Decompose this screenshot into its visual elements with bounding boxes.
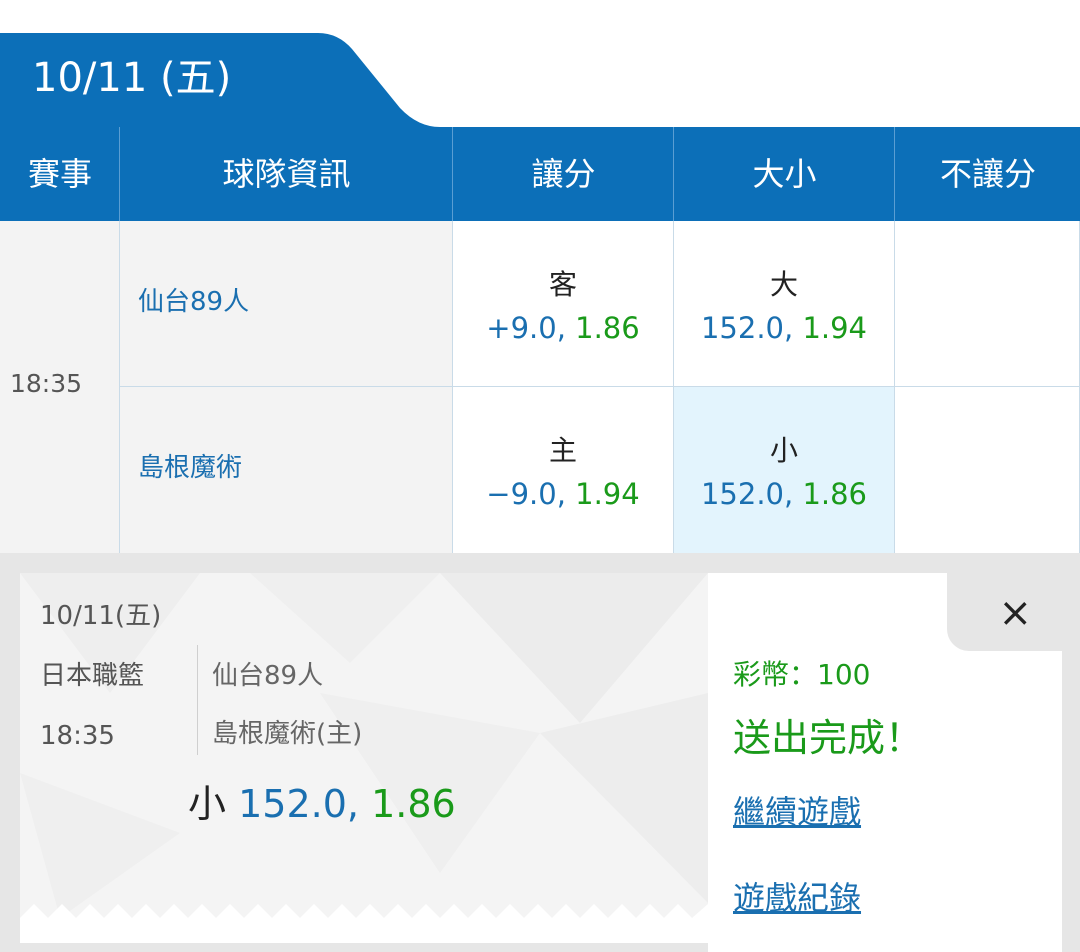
ticket-date: 10/11(五) (40, 601, 162, 631)
ticket-pick: 小 152.0, 1.86 (188, 773, 456, 828)
close-button[interactable]: × (947, 573, 1062, 651)
header-total: 大小 (673, 127, 895, 221)
ticket-divider (197, 645, 198, 755)
submission-result: × 彩幣：100 送出完成！ 繼續遊戲 遊戲紀錄 (708, 573, 1062, 952)
team-name-away: 仙台89人 (138, 287, 250, 317)
ticket-team-home: 島根魔術(主) (212, 719, 363, 749)
bet-slip-panel: 10/11(五) 日本職籃 18:35 仙台89人 島根魔術(主) 小 152.… (0, 553, 1080, 952)
pick-label: 小 (188, 782, 227, 826)
header-team-info: 球隊資訊 (119, 127, 453, 221)
spread-odds-home[interactable]: 主 −9.0, 1.94 (453, 387, 674, 553)
coin-amount: 彩幣：100 (733, 658, 871, 691)
table-header: 賽事 球隊資訊 讓分 大小 不讓分 (0, 127, 1080, 221)
ticket-time: 18:35 (40, 721, 115, 751)
total-side-label: 大 (769, 268, 798, 301)
header-spread: 讓分 (452, 127, 674, 221)
close-icon[interactable]: × (998, 593, 1032, 633)
team-row-home: 島根魔術 (120, 387, 453, 553)
team-name-home: 島根魔術 (138, 453, 243, 483)
ticket-league: 日本職籃 (40, 661, 145, 691)
total-side-label: 小 (769, 434, 798, 467)
header-event: 賽事 (27, 155, 92, 193)
ticket-team-away: 仙台89人 (212, 661, 324, 691)
team-row-away: 仙台89人 (120, 221, 453, 387)
game-history-link[interactable]: 遊戲紀錄 (733, 873, 861, 919)
moneyline-odds-away (895, 221, 1080, 387)
spread-value: +9.0, 1.86 (486, 311, 640, 345)
match-time-cell: 18:35 (0, 221, 120, 553)
moneyline-odds-home (895, 387, 1080, 553)
spread-odds-away[interactable]: 客 +9.0, 1.86 (453, 221, 674, 387)
continue-game-link[interactable]: 繼續遊戲 (733, 787, 861, 833)
total-value: 152.0, 1.86 (700, 477, 868, 511)
pick-line: 152.0, (238, 782, 359, 826)
pick-odds: 1.86 (371, 782, 456, 826)
total-value: 152.0, 1.94 (700, 311, 868, 345)
spread-side-label: 客 (548, 268, 577, 301)
spread-side-label: 主 (548, 434, 577, 467)
match-time: 18:35 (10, 369, 83, 398)
header-moneyline: 不讓分 (894, 127, 1080, 221)
total-odds-over[interactable]: 大 152.0, 1.94 (674, 221, 895, 387)
total-odds-under-selected[interactable]: 小 152.0, 1.86 (674, 387, 895, 553)
spread-value: −9.0, 1.94 (486, 477, 640, 511)
date-label: 10/11 (五) (32, 55, 232, 101)
bet-ticket: 10/11(五) 日本職籃 18:35 仙台89人 島根魔術(主) 小 152.… (20, 573, 708, 943)
submit-status: 送出完成！ (733, 716, 924, 760)
